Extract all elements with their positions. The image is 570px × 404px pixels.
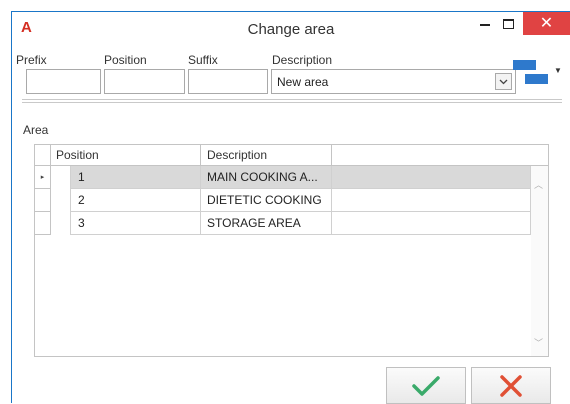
header-indicator-cell xyxy=(35,145,51,166)
row-indicator-cell xyxy=(35,212,51,235)
table-row[interactable]: 2 DIETETIC COOKING xyxy=(35,189,531,212)
position-input[interactable] xyxy=(104,69,185,94)
cell-description[interactable]: DIETETIC COOKING xyxy=(201,189,332,212)
minimize-button[interactable] xyxy=(476,12,494,35)
description-label: Description xyxy=(272,53,333,67)
row-gap-cell xyxy=(51,166,71,189)
row-indicator-cell xyxy=(35,189,51,212)
row-gap-cell xyxy=(51,189,71,212)
description-select[interactable]: New area xyxy=(271,69,516,94)
cell-empty xyxy=(332,212,531,235)
cell-position[interactable]: 3 xyxy=(71,212,201,235)
maximize-icon xyxy=(502,18,514,29)
layout-toggle-button[interactable]: ▼ xyxy=(513,60,562,94)
vertical-scrollbar[interactable]: ︿ ﹀ xyxy=(531,166,548,356)
cross-icon xyxy=(500,374,522,397)
grid-header: Position Description xyxy=(35,145,548,166)
position-label: Position xyxy=(104,53,147,67)
table-row[interactable]: 3 STORAGE AREA xyxy=(35,212,531,235)
chevron-down-icon xyxy=(499,79,508,84)
change-area-dialog: A Change area ✕ Prefix Position Suffix D… xyxy=(11,11,570,404)
section-divider xyxy=(22,99,562,103)
scroll-down-icon[interactable]: ﹀ xyxy=(534,336,543,349)
minimize-icon xyxy=(480,23,490,26)
close-button[interactable]: ✕ xyxy=(523,12,570,35)
cell-position[interactable]: 2 xyxy=(71,189,201,212)
layout-toggle-icon-lower xyxy=(525,74,548,84)
layout-toggle-icon xyxy=(513,60,536,70)
description-select-value: New area xyxy=(277,75,329,89)
column-header-description[interactable]: Description xyxy=(201,145,332,166)
cell-empty xyxy=(332,189,531,212)
row-gap-cell xyxy=(51,212,71,235)
cancel-button[interactable] xyxy=(471,367,551,404)
checkmark-icon xyxy=(412,375,440,396)
maximize-button[interactable] xyxy=(499,12,517,35)
caret-down-icon: ▼ xyxy=(554,66,562,75)
area-grid[interactable]: Position Description ▸ 1 MAIN COOKING A.… xyxy=(34,144,549,357)
confirm-button[interactable] xyxy=(386,367,466,404)
current-row-arrow-icon: ▸ xyxy=(35,166,51,189)
suffix-label: Suffix xyxy=(188,53,218,67)
area-section-label: Area xyxy=(23,123,49,137)
close-icon: ✕ xyxy=(539,14,554,32)
prefix-input[interactable] xyxy=(26,69,101,94)
prefix-label: Prefix xyxy=(16,53,47,67)
cell-empty xyxy=(332,166,531,189)
title-bar[interactable]: A Change area ✕ xyxy=(12,12,570,45)
column-header-position[interactable]: Position xyxy=(51,145,201,166)
cell-position[interactable]: 1 xyxy=(71,166,201,189)
dropdown-arrow-button[interactable] xyxy=(495,73,512,90)
scroll-up-icon[interactable]: ︿ xyxy=(534,178,543,191)
suffix-input[interactable] xyxy=(188,69,268,94)
cell-description[interactable]: STORAGE AREA xyxy=(201,212,332,235)
table-row[interactable]: ▸ 1 MAIN COOKING A... xyxy=(35,166,531,189)
cell-description[interactable]: MAIN COOKING A... xyxy=(201,166,332,189)
